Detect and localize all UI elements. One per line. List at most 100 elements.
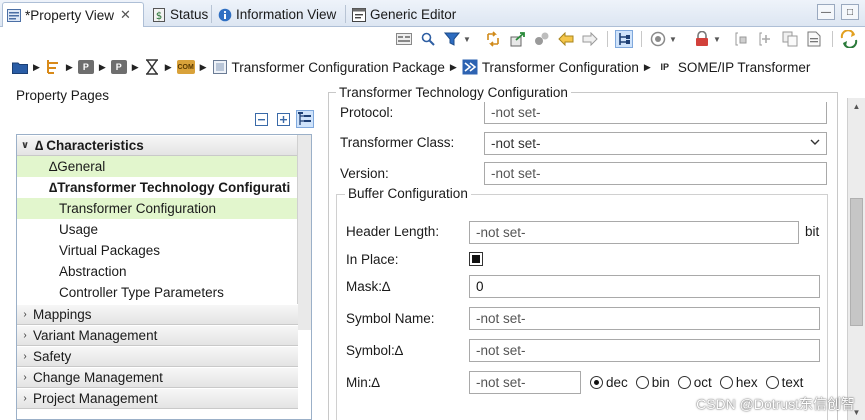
chevron-down-icon[interactable]: ∨ bbox=[17, 140, 33, 151]
filter-icon[interactable] bbox=[443, 30, 461, 48]
tree-item-label: Controller Type Parameters bbox=[59, 285, 224, 300]
link-sync-icon[interactable] bbox=[840, 30, 858, 48]
tree-item-virtual-packages[interactable]: Virtual Packages bbox=[17, 240, 298, 261]
package-p-icon[interactable]: P bbox=[77, 60, 94, 74]
close-icon[interactable]: ✕ bbox=[120, 7, 131, 23]
tab-generic-editor[interactable]: Generic Editor bbox=[348, 2, 462, 27]
tree-group-characteristics[interactable]: ∨ ∆ Characteristics bbox=[17, 135, 298, 156]
mask-field[interactable]: 0 bbox=[469, 275, 820, 298]
search-icon[interactable] bbox=[419, 30, 437, 48]
tab-property-view[interactable]: *Property View ✕ bbox=[2, 2, 144, 27]
protocol-label: Protocol: bbox=[340, 105, 394, 120]
export-icon[interactable] bbox=[509, 30, 527, 48]
in-place-checkbox[interactable] bbox=[469, 252, 483, 266]
min-field[interactable]: -not set- bbox=[469, 371, 581, 394]
tree-group-variant-management[interactable]: › Variant Management bbox=[17, 325, 298, 346]
header-length-field[interactable]: -not set- bbox=[469, 221, 799, 244]
radio-button[interactable] bbox=[765, 376, 779, 389]
chevron-right-icon[interactable]: › bbox=[17, 330, 33, 341]
tree-structure-icon[interactable] bbox=[45, 60, 61, 74]
form-icon[interactable] bbox=[395, 30, 413, 48]
breadcrumb-separator-icon: ▶ bbox=[199, 61, 207, 72]
radio-label: bin bbox=[651, 375, 670, 390]
tree-scrollbar[interactable] bbox=[297, 135, 311, 330]
chevron-down-icon[interactable]: ▼ bbox=[668, 30, 678, 48]
header-length-label: Header Length: bbox=[346, 224, 440, 239]
tree-view-icon[interactable] bbox=[296, 110, 314, 128]
scrollbar-thumb[interactable] bbox=[850, 198, 863, 326]
symbol-field[interactable]: -not set- bbox=[469, 339, 820, 362]
vertical-scrollbar[interactable]: ▲ ▼ bbox=[847, 98, 865, 420]
nodes-icon[interactable] bbox=[533, 30, 551, 48]
back-icon[interactable] bbox=[557, 30, 575, 48]
tree-item-transformer-technology-configuration[interactable]: ∆ Transformer Technology Configurati bbox=[17, 177, 298, 198]
tree-item-usage[interactable]: Usage bbox=[17, 219, 298, 240]
tree-group-change-management[interactable]: › Change Management bbox=[17, 367, 298, 388]
tab-information-view[interactable]: Information View bbox=[214, 2, 342, 27]
lock-icon[interactable] bbox=[693, 30, 711, 48]
tree-item-abstraction[interactable]: Abstraction bbox=[17, 261, 298, 282]
header-length-unit: bit bbox=[805, 224, 820, 239]
breadcrumb-item-package[interactable]: Transformer Configuration Package bbox=[232, 60, 445, 75]
transformer-class-select[interactable]: -not set- bbox=[484, 132, 827, 155]
scroll-up-icon[interactable]: ▲ bbox=[848, 98, 865, 114]
chevron-right-icon[interactable]: › bbox=[17, 351, 33, 362]
expand-all-icon[interactable] bbox=[274, 110, 292, 128]
maximize-button[interactable]: □ bbox=[841, 4, 859, 20]
collapse-all-icon[interactable] bbox=[252, 110, 270, 128]
tree-item-controller-type-parameters[interactable]: Controller Type Parameters bbox=[17, 282, 298, 303]
forward-icon[interactable] bbox=[581, 30, 599, 48]
add-bracket-icon[interactable] bbox=[733, 30, 751, 48]
svg-text:$: $ bbox=[156, 11, 162, 22]
radix-dec-radio[interactable]: dec bbox=[590, 375, 628, 390]
protocol-field[interactable]: -not set- bbox=[484, 102, 827, 124]
folder-icon[interactable] bbox=[12, 60, 28, 74]
tree-item-label: General bbox=[57, 159, 106, 174]
chevron-right-icon[interactable]: › bbox=[17, 393, 33, 404]
breadcrumb-item-transformer-configuration[interactable]: Transformer Configuration bbox=[482, 60, 639, 75]
mask-label: Mask:∆ bbox=[346, 279, 391, 294]
target-icon[interactable] bbox=[649, 30, 667, 48]
minimize-button[interactable]: — bbox=[817, 4, 835, 20]
com-icon[interactable]: COM bbox=[176, 60, 195, 74]
radio-button[interactable] bbox=[719, 376, 733, 389]
radio-button[interactable] bbox=[635, 376, 649, 389]
radio-button[interactable] bbox=[590, 376, 603, 389]
chevron-right-icon[interactable]: › bbox=[17, 309, 33, 320]
tree-group-safety[interactable]: › Safety bbox=[17, 346, 298, 367]
tab-status[interactable]: $ Status bbox=[148, 2, 214, 27]
transformer-technology-configuration-panel: Transformer Technology Configuration ▲ ▼… bbox=[328, 84, 865, 420]
chevron-down-icon[interactable]: ▼ bbox=[462, 30, 472, 48]
chevron-down-icon[interactable]: ▼ bbox=[712, 30, 722, 48]
chevron-down-icon[interactable] bbox=[810, 137, 820, 150]
hourglass-icon[interactable] bbox=[144, 59, 160, 75]
radix-hex-radio[interactable]: hex bbox=[719, 375, 758, 390]
add-item-icon[interactable] bbox=[757, 30, 775, 48]
tree-item-transformer-configuration[interactable]: Transformer Configuration bbox=[17, 198, 298, 219]
chevron-right-icon[interactable]: › bbox=[17, 372, 33, 383]
tree-item-label: Change Management bbox=[33, 370, 163, 385]
radio-label: oct bbox=[693, 375, 712, 390]
hierarchy-icon[interactable] bbox=[615, 30, 633, 48]
view-toolbar: ▼ ▼ ▼ bbox=[0, 27, 865, 51]
group-title: Buffer Configuration bbox=[345, 186, 471, 201]
breadcrumb-separator-icon: ▶ bbox=[449, 61, 457, 72]
radio-button[interactable] bbox=[677, 376, 691, 389]
radix-oct-radio[interactable]: oct bbox=[677, 375, 712, 390]
radix-text-radio[interactable]: text bbox=[765, 375, 803, 390]
package-p-icon[interactable]: P bbox=[110, 60, 127, 74]
radix-bin-radio[interactable]: bin bbox=[635, 375, 670, 390]
breadcrumb-item-someip-transformer[interactable]: SOME/IP Transformer bbox=[678, 60, 811, 75]
symbol-name-field[interactable]: -not set- bbox=[469, 307, 820, 330]
document-icon[interactable] bbox=[805, 30, 823, 48]
version-field[interactable]: -not set- bbox=[484, 162, 827, 185]
tree-group-mappings[interactable]: › Mappings bbox=[17, 304, 298, 325]
tree-group-project-management[interactable]: › Project Management bbox=[17, 388, 298, 409]
select-value: -not set- bbox=[491, 136, 541, 151]
transformer-config-icon bbox=[462, 59, 478, 75]
sync-icon[interactable] bbox=[484, 30, 502, 48]
info-icon bbox=[218, 8, 232, 22]
copy-icon[interactable] bbox=[781, 30, 799, 48]
property-pages-panel: Property Pages ∨ ∆ Characteristics ∆ Gen… bbox=[8, 84, 320, 420]
tree-item-general[interactable]: ∆ General bbox=[17, 156, 298, 177]
